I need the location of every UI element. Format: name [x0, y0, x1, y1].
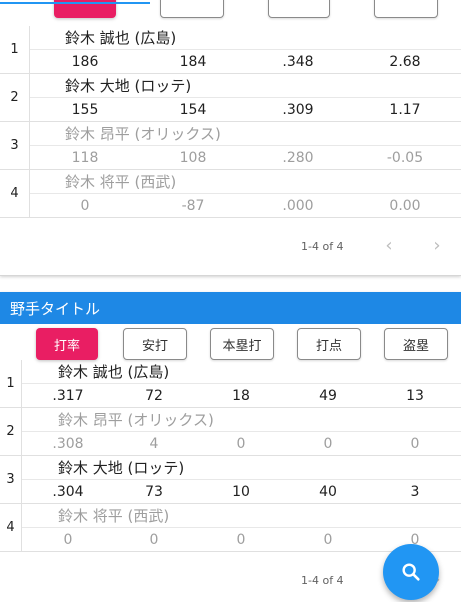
player-stats: .308 4 0 0 0 — [22, 432, 461, 456]
rank-number: 1 — [0, 360, 22, 407]
stat-value: 72 — [145, 388, 163, 404]
top-stat-button-4[interactable] — [374, 0, 438, 18]
pagination-range: 1-4 of 4 — [301, 574, 344, 587]
stat-value: 0 — [410, 436, 420, 452]
rank-number: 3 — [0, 456, 22, 503]
table-row[interactable]: 3 鈴木 昂平 (オリックス) 118 108 .280 -0.05 — [0, 122, 461, 170]
stat-value: 154 — [179, 102, 207, 118]
rank-number: 4 — [0, 504, 22, 551]
stat-value: 184 — [179, 54, 207, 70]
stat-value: 2.68 — [389, 54, 421, 70]
tab-indicator — [0, 2, 150, 4]
table-row[interactable]: 3 鈴木 大地 (ロッテ) .304 73 10 40 3 — [0, 456, 461, 504]
stat-value: 73 — [145, 484, 163, 500]
stat-value: 108 — [179, 150, 207, 166]
player-name: 鈴木 大地 (ロッテ) — [22, 456, 461, 480]
player-stats: 118 108 .280 -0.05 — [30, 146, 461, 170]
top-stat-button-2[interactable] — [160, 0, 224, 18]
stat-value: -0.05 — [386, 150, 424, 166]
top-ranking-card: 1 鈴木 誠也 (広島) 186 184 .348 2.68 2 鈴木 大地 (… — [0, 0, 461, 276]
rank-number: 3 — [0, 122, 30, 169]
table-row[interactable]: 4 鈴木 将平 (西武) 0 -87 .000 0.00 — [0, 170, 461, 218]
stat-value: 0 — [236, 532, 246, 548]
chevron-left-icon[interactable]: ‹ — [377, 235, 401, 256]
stat-value: .317 — [52, 388, 84, 404]
stat-value: .304 — [52, 484, 84, 500]
stat-value: 1.17 — [389, 102, 421, 118]
stat-button-home-runs[interactable]: 本塁打 — [210, 328, 274, 360]
player-stats: .317 72 18 49 13 — [22, 384, 461, 408]
stat-value: 3 — [410, 484, 420, 500]
player-stats: 186 184 .348 2.68 — [30, 50, 461, 74]
top-stat-button-3[interactable] — [268, 0, 330, 18]
player-name: 鈴木 誠也 (広島) — [30, 26, 461, 50]
top-pagination: 1-4 of 4 ‹ › — [0, 218, 461, 274]
rank-number: 2 — [0, 408, 22, 455]
stat-value: .348 — [282, 54, 314, 70]
stat-value: 13 — [406, 388, 424, 404]
stat-value: 10 — [232, 484, 250, 500]
rank-number: 1 — [0, 26, 30, 73]
stat-button-stolen-bases[interactable]: 盗塁 — [384, 328, 448, 360]
player-name: 鈴木 昂平 (オリックス) — [30, 122, 461, 146]
stat-value: 186 — [71, 54, 99, 70]
player-name: 鈴木 将平 (西武) — [22, 504, 461, 528]
pagination-range: 1-4 of 4 — [301, 240, 344, 253]
stat-value: 0 — [80, 198, 90, 214]
stat-value: 4 — [149, 436, 159, 452]
stat-value: .309 — [282, 102, 314, 118]
rank-number: 2 — [0, 74, 30, 121]
stat-button-batting-average[interactable]: 打率 — [36, 328, 98, 360]
stat-value: 0 — [149, 532, 159, 548]
rank-number: 4 — [0, 170, 30, 217]
player-stats: .304 73 10 40 3 — [22, 480, 461, 504]
player-name: 鈴木 昂平 (オリックス) — [22, 408, 461, 432]
stat-value: 155 — [71, 102, 99, 118]
stat-value: .308 — [52, 436, 84, 452]
top-stat-button-row — [0, 0, 461, 26]
stat-value: 49 — [319, 388, 337, 404]
player-stats: 155 154 .309 1.17 — [30, 98, 461, 122]
table-row[interactable]: 4 鈴木 将平 (西武) 0 0 0 0 0 — [0, 504, 461, 552]
search-fab[interactable] — [383, 544, 439, 600]
table-row[interactable]: 1 鈴木 誠也 (広島) 186 184 .348 2.68 — [0, 26, 461, 74]
player-name: 鈴木 誠也 (広島) — [22, 360, 461, 384]
stat-value: 0 — [323, 436, 333, 452]
table-row[interactable]: 1 鈴木 誠也 (広島) .317 72 18 49 13 — [0, 360, 461, 408]
stat-button-rbi[interactable]: 打点 — [297, 328, 361, 360]
table-row[interactable]: 2 鈴木 大地 (ロッテ) 155 154 .309 1.17 — [0, 74, 461, 122]
chevron-right-icon[interactable]: › — [425, 235, 449, 256]
stat-value: .000 — [282, 198, 314, 214]
stat-value: 0 — [236, 436, 246, 452]
stat-value: 0 — [63, 532, 73, 548]
table-row[interactable]: 2 鈴木 昂平 (オリックス) .308 4 0 0 0 — [0, 408, 461, 456]
player-name: 鈴木 大地 (ロッテ) — [30, 74, 461, 98]
stat-button-row: 打率 安打 本塁打 打点 盗塁 — [0, 324, 461, 364]
stat-value: 0.00 — [389, 198, 421, 214]
stat-value: 0 — [323, 532, 333, 548]
player-name: 鈴木 将平 (西武) — [30, 170, 461, 194]
stat-button-hits[interactable]: 安打 — [123, 328, 187, 360]
stat-value: 18 — [232, 388, 250, 404]
stat-value: 40 — [319, 484, 337, 500]
search-icon — [402, 563, 420, 581]
card-title: 野手タイトル — [0, 292, 461, 324]
stat-value: -87 — [181, 198, 205, 214]
stat-value: .280 — [282, 150, 314, 166]
stat-value: 118 — [71, 150, 99, 166]
player-stats: 0 -87 .000 0.00 — [30, 194, 461, 218]
